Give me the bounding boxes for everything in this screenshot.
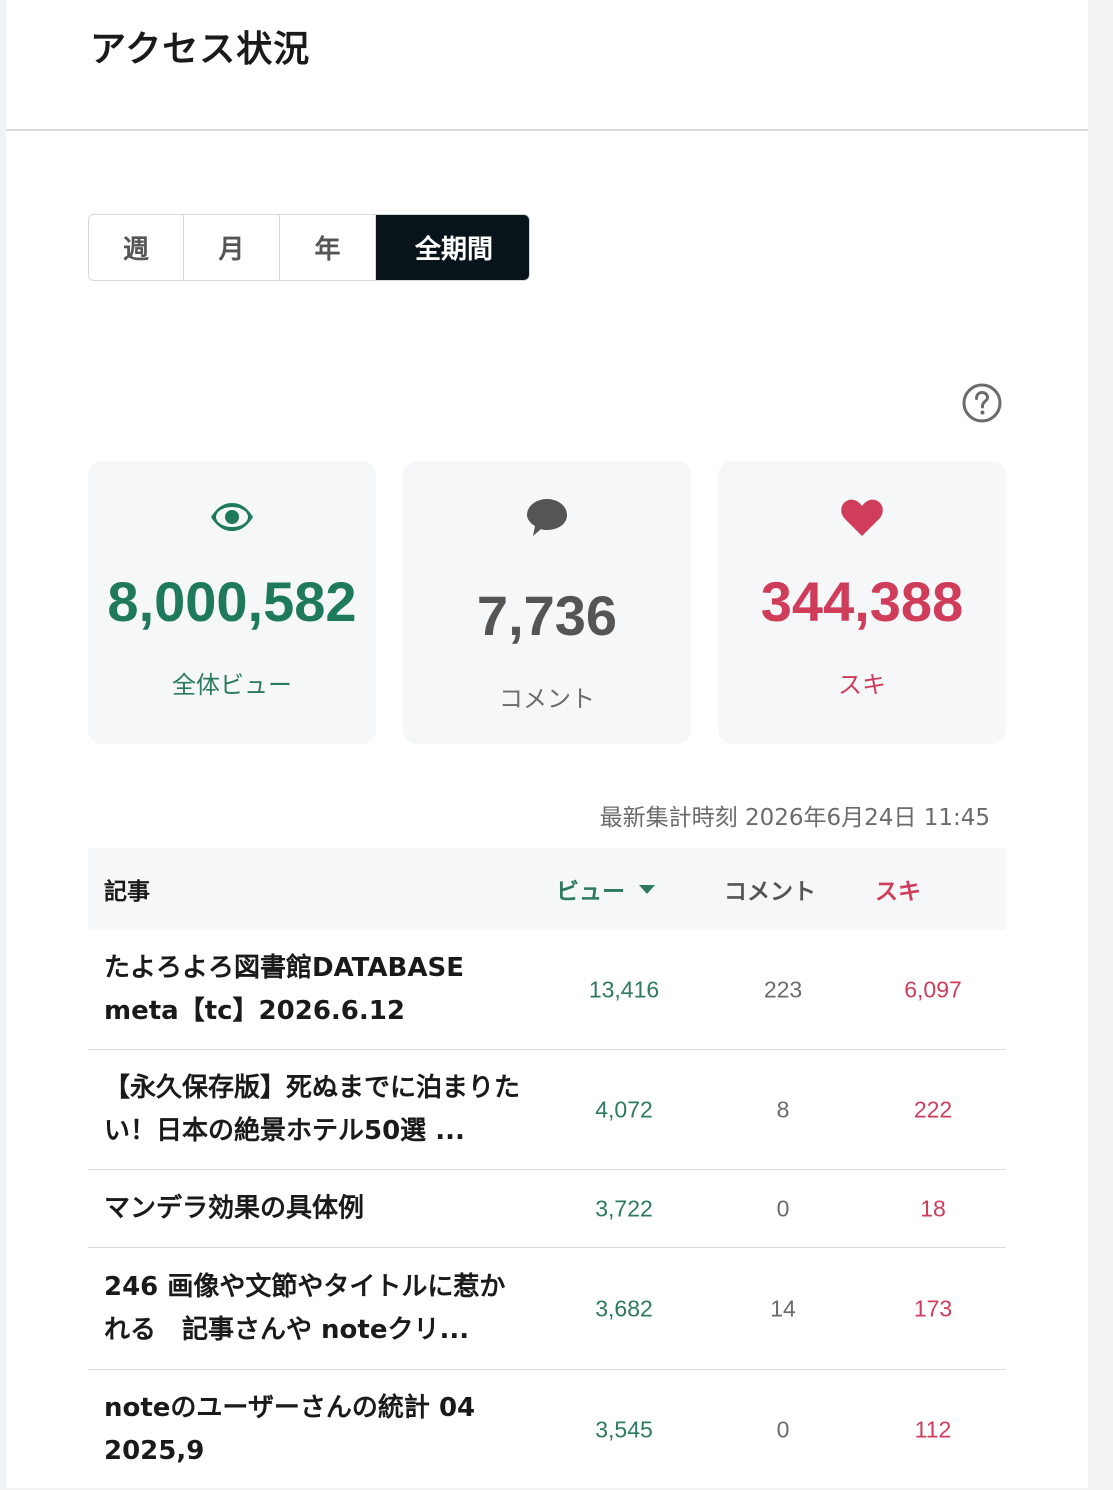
comments-total-value: 7,736 <box>476 584 618 647</box>
tab-week[interactable]: 週 <box>89 215 184 280</box>
views-total-value: 8,000,582 <box>107 570 357 633</box>
article-title[interactable]: 246 画像や文節やタイトルに惹かれる 記事さんや noteクリ... <box>104 1266 524 1352</box>
article-views: 13,416 <box>588 976 660 1002</box>
article-comments: 223 <box>763 976 803 1002</box>
last-updated-text: 最新集計時刻 2026年6月24日 11:45 <box>599 805 990 831</box>
header-likes[interactable]: スキ <box>875 872 921 906</box>
stat-card-views: 8,000,582 全体ビュー <box>88 461 376 744</box>
stat-card-likes: 344,388 スキ <box>718 461 1006 744</box>
article-comments: 14 <box>770 1295 796 1321</box>
comments-total-label: コメント <box>499 685 595 713</box>
table-row[interactable]: 246 画像や文節やタイトルに惹かれる 記事さんや noteクリ... 3,68… <box>88 1248 1006 1370</box>
header-views-label: ビュー <box>556 879 625 905</box>
article-stats-table: 記事 ビュー コメント スキ たよろよろ図書館DATABASE meta【tc】… <box>88 848 1006 1490</box>
article-likes: 18 <box>920 1195 946 1221</box>
article-likes: 112 <box>914 1416 952 1443</box>
article-title[interactable]: noteのユーザーさんの統計 04 2025,9 <box>104 1387 524 1473</box>
article-title[interactable]: 【永久保存版】死ぬまでに泊まりたい！日本の絶景ホテル50選 ... <box>104 1067 524 1153</box>
page-title: アクセス状況 <box>90 29 311 70</box>
eye-icon <box>211 503 253 531</box>
tab-month[interactable]: 月 <box>184 215 280 280</box>
article-comments: 0 <box>776 1195 790 1221</box>
likes-total-value: 344,388 <box>760 570 964 633</box>
article-likes: 173 <box>913 1295 953 1321</box>
views-total-label: 全体ビュー <box>172 671 292 699</box>
table-row[interactable]: noteのユーザーさんの統計 04 2025,9 3,545 0 112 <box>88 1370 1006 1490</box>
header-comments[interactable]: コメント <box>724 872 816 906</box>
table-header: 記事 ビュー コメント スキ <box>88 848 1006 930</box>
header-views-sort[interactable]: ビュー <box>556 872 659 906</box>
access-panel: アクセス状況 週 月 年 全期間 8,000,582 全体ビュー 7,736 コ… <box>6 0 1088 1488</box>
header-divider <box>6 129 1088 131</box>
article-title[interactable]: たよろよろ図書館DATABASE meta【tc】2026.6.12 <box>104 947 524 1033</box>
sort-desc-icon <box>639 885 655 894</box>
article-title[interactable]: マンデラ効果の具体例 <box>104 1187 524 1230</box>
article-likes: 222 <box>913 1096 953 1122</box>
tab-all-time[interactable]: 全期間 <box>376 215 529 280</box>
comment-bubble-icon <box>527 499 567 536</box>
table-row[interactable]: たよろよろ図書館DATABASE meta【tc】2026.6.12 13,41… <box>88 930 1006 1050</box>
article-likes: 6,097 <box>904 976 962 1002</box>
period-tabs: 週 月 年 全期間 <box>88 214 530 281</box>
tab-year[interactable]: 年 <box>280 215 376 280</box>
article-views: 3,545 <box>595 1416 653 1443</box>
question-circle-icon[interactable] <box>961 382 1003 424</box>
table-row[interactable]: 【永久保存版】死ぬまでに泊まりたい！日本の絶景ホテル50選 ... 4,072 … <box>88 1050 1006 1170</box>
article-views: 3,682 <box>595 1295 653 1321</box>
table-row[interactable]: マンデラ効果の具体例 3,722 0 18 <box>88 1170 1006 1248</box>
article-views: 3,722 <box>595 1195 653 1221</box>
likes-total-label: スキ <box>838 671 886 699</box>
article-comments: 8 <box>776 1096 790 1122</box>
article-comments: 0 <box>776 1416 790 1443</box>
heart-icon <box>841 499 883 536</box>
article-views: 4,072 <box>595 1096 653 1122</box>
stat-card-comments: 7,736 コメント <box>403 461 691 744</box>
header-article: 記事 <box>104 879 150 905</box>
